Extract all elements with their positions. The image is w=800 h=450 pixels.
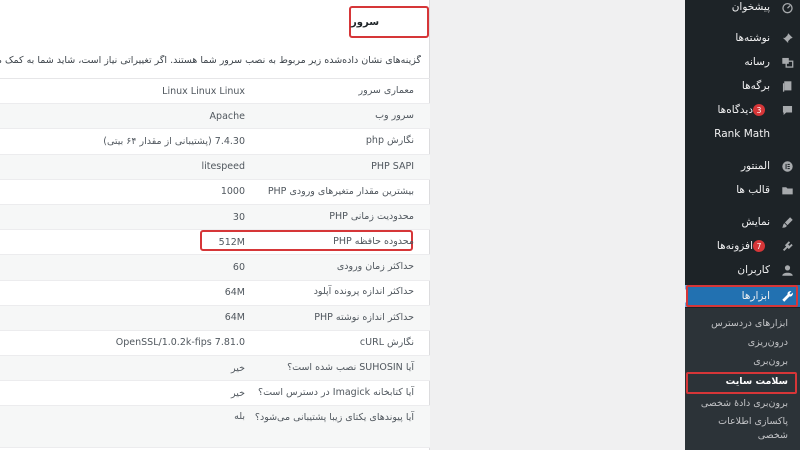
- server-info-table: معماری سرور Linux Linux Linux سرور وب Ap…: [0, 78, 430, 449]
- sidebar-item-label: افزونه‌ها: [716, 240, 753, 252]
- sidebar-item-label: المنتور: [740, 160, 770, 172]
- sidebar-item-media[interactable]: رسانه: [685, 50, 800, 74]
- submenu-item-available-tools[interactable]: ابزارهای دردسترس: [685, 317, 788, 331]
- rank-math-icon: [780, 127, 794, 141]
- row-label: بیشترین مقدار متغیرهای ورودی PHP: [267, 185, 414, 197]
- row-value: Apache: [209, 110, 245, 122]
- sidebar-item-label: پیشخوان: [731, 1, 770, 13]
- comments-count-badge: 3: [753, 104, 765, 116]
- submenu-item-erase-personal-data[interactable]: پاکسازی اطلاعات شخصی: [685, 415, 788, 443]
- sidebar-item-label: ابزارها: [741, 290, 770, 302]
- table-row: معماری سرور Linux Linux Linux: [0, 79, 430, 105]
- row-label: آیا SUHOSIN نصب شده است؟: [287, 362, 414, 374]
- row-value: 64M: [224, 312, 245, 324]
- row-value: خیر: [231, 387, 245, 399]
- brush-icon: [780, 215, 794, 229]
- sidebar-item-label: قالب ها: [736, 184, 770, 196]
- pin-icon: [780, 31, 794, 45]
- row-value: 7.4.30 (پشتیبانی از مقدار ۶۴ بیتی): [103, 135, 245, 147]
- wrench-icon: [780, 289, 794, 303]
- row-label: سرور وب: [375, 110, 414, 122]
- row-label: حداکثر زمان ورودی: [336, 261, 414, 273]
- table-row: سرور وب Apache: [0, 104, 430, 130]
- table-row: بیشترین مقدار متغیرهای ورودی PHP 1000: [0, 180, 430, 205]
- sidebar-item-posts[interactable]: نوشته‌ها: [685, 26, 800, 50]
- table-row: آیا SUHOSIN نصب شده است؟ خیر: [0, 356, 430, 382]
- sidebar-item-label: رسانه: [744, 56, 770, 68]
- plugins-count-badge: 7: [753, 240, 765, 252]
- sidebar-item-comments[interactable]: دیدگاه‌ها 3: [685, 98, 800, 122]
- page-icon: [780, 79, 794, 93]
- table-row: حداکثر زمان ورودی 60: [0, 255, 430, 281]
- sidebar-item-label: کاربران: [737, 264, 770, 276]
- sidebar-item-label: برگه‌ها: [741, 80, 770, 92]
- row-value: خیر: [231, 362, 245, 374]
- section-description: گزینه‌های نشان داده‌شده زیر مربوط به نصب…: [0, 55, 421, 66]
- active-menu-arrow: [679, 289, 686, 303]
- row-label: محدوده حافظه PHP: [333, 236, 414, 248]
- row-label: آیا کتابخانه Imagick در دسترس است؟: [258, 387, 414, 399]
- row-value: OpenSSL/1.0.2k-fips 7.81.0: [115, 337, 245, 349]
- row-label: معماری سرور: [358, 84, 414, 96]
- row-label: محدودیت زمانی PHP: [329, 210, 414, 222]
- section-title: سرور: [351, 16, 380, 28]
- server-section-header[interactable]: سرور: [349, 6, 429, 38]
- submenu-item-export[interactable]: برون‌بری: [685, 355, 788, 369]
- submenu-item-import[interactable]: درون‌ریزی: [685, 336, 788, 350]
- sidebar-item-tools[interactable]: ابزارها: [685, 285, 800, 307]
- submenu-item-export-personal-data[interactable]: برون‌بری دادهٔ شخصی: [685, 397, 788, 411]
- sidebar-item-appearance[interactable]: نمایش: [685, 210, 800, 234]
- sidebar-item-elementor[interactable]: المنتور: [685, 154, 800, 178]
- dashboard-icon: [780, 0, 794, 14]
- sidebar-item-label: Rank Math: [714, 128, 770, 140]
- table-row: حداکثر اندازه پرونده آپلود 64M: [0, 281, 430, 306]
- row-value: 64M: [224, 287, 245, 299]
- table-row: نگارش cURL OpenSSL/1.0.2k-fips 7.81.0: [0, 331, 430, 357]
- media-icon: [780, 55, 794, 69]
- row-value: litespeed: [201, 161, 245, 173]
- submenu-item-site-health[interactable]: سلامت سایت: [685, 375, 788, 389]
- elementor-icon: [780, 159, 794, 173]
- table-row: نگارش php 7.4.30 (پشتیبانی از مقدار ۶۴ ب…: [0, 129, 430, 155]
- row-label: حداکثر اندازه نوشته PHP: [314, 311, 414, 323]
- row-value: 30: [232, 211, 245, 223]
- table-row: آیا پیوندهای یکتای زیبا پشتیبانی می‌شود؟…: [0, 406, 430, 449]
- sidebar-item-dashboard[interactable]: پیشخوان: [685, 0, 800, 19]
- sidebar-item-pages[interactable]: برگه‌ها: [685, 74, 800, 98]
- folder-icon: [780, 183, 794, 197]
- comment-icon: [780, 103, 794, 117]
- sidebar-item-plugins[interactable]: افزونه‌ها 7: [685, 234, 800, 258]
- row-label: حداکثر اندازه پرونده آپلود: [313, 286, 414, 298]
- row-label: PHP SAPI: [371, 160, 414, 172]
- row-value: 1000: [220, 186, 245, 198]
- table-row-memory-limit: محدوده حافظه PHP 512M: [0, 230, 430, 256]
- table-row: PHP SAPI litespeed: [0, 154, 430, 180]
- row-label: نگارش php: [365, 135, 414, 147]
- table-row: محدودیت زمانی PHP 30: [0, 204, 430, 231]
- row-value: بله: [234, 411, 245, 423]
- row-label: نگارش cURL: [359, 336, 414, 348]
- site-health-panel: سرور گزینه‌های نشان داده‌شده زیر مربوط ب…: [0, 0, 430, 450]
- plugin-icon: [780, 239, 794, 253]
- row-value: Linux Linux Linux: [162, 85, 245, 97]
- users-icon: [780, 263, 794, 277]
- sidebar-item-label: نوشته‌ها: [735, 32, 770, 44]
- sidebar-item-users[interactable]: کاربران: [685, 258, 800, 282]
- table-row: آیا کتابخانه Imagick در دسترس است؟ خیر: [0, 381, 430, 407]
- tools-submenu: ابزارهای دردسترس درون‌ریزی برون‌بری سلام…: [685, 308, 800, 450]
- sidebar-item-templates[interactable]: قالب ها: [685, 178, 800, 202]
- row-value: 60: [232, 261, 245, 273]
- row-label: آیا پیوندهای یکتای زیبا پشتیبانی می‌شود؟: [254, 412, 414, 424]
- table-row: حداکثر اندازه نوشته PHP 64M: [0, 305, 430, 331]
- sidebar-item-label: دیدگاه‌ها: [717, 104, 753, 116]
- sidebar-item-label: نمایش: [741, 216, 770, 228]
- sidebar-item-rank-math[interactable]: Rank Math: [685, 122, 800, 146]
- row-value: 512M: [218, 236, 245, 248]
